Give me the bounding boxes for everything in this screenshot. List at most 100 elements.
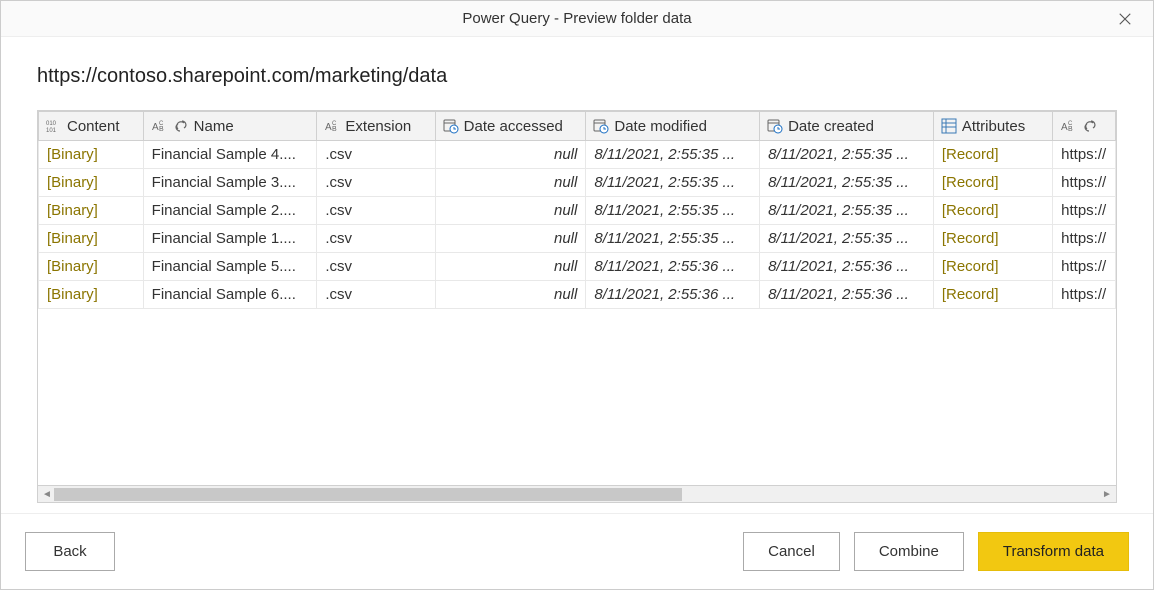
cell-content[interactable]: [Binary] — [39, 197, 144, 225]
col-header-name[interactable]: ABC Name — [143, 112, 317, 141]
window-title: Power Query - Preview folder data — [462, 10, 691, 27]
cell-date-created: 8/11/2021, 2:55:35 ... — [760, 169, 934, 197]
col-label: Extension — [345, 118, 411, 135]
content-area: https://contoso.sharepoint.com/marketing… — [1, 37, 1153, 513]
cell-attributes[interactable]: [Record] — [933, 225, 1052, 253]
cell-date-accessed: null — [435, 197, 586, 225]
svg-text:010: 010 — [46, 121, 57, 127]
cell-attributes[interactable]: [Record] — [933, 169, 1052, 197]
cell-date-accessed: null — [435, 281, 586, 309]
back-button[interactable]: Back — [25, 532, 115, 571]
svg-text:A: A — [325, 122, 332, 133]
cell-attributes[interactable]: [Record] — [933, 197, 1052, 225]
cell-name: Financial Sample 6.... — [143, 281, 317, 309]
cell-folder-path: https:// — [1053, 141, 1116, 169]
col-label: Attributes — [962, 118, 1025, 135]
link-icon — [172, 117, 190, 135]
cell-date-accessed: null — [435, 141, 586, 169]
cell-date-created: 8/11/2021, 2:55:35 ... — [760, 141, 934, 169]
calendar-clock-icon — [592, 117, 610, 135]
cell-extension: .csv — [317, 141, 435, 169]
cancel-button[interactable]: Cancel — [743, 532, 840, 571]
table-header-row: 010101 Content ABC Name — [39, 112, 1116, 141]
close-button[interactable] — [1105, 1, 1145, 37]
calendar-clock-icon — [766, 117, 784, 135]
cell-attributes[interactable]: [Record] — [933, 281, 1052, 309]
text-type-icon: ABC — [150, 117, 168, 135]
col-header-content[interactable]: 010101 Content — [39, 112, 144, 141]
cell-content[interactable]: [Binary] — [39, 169, 144, 197]
dialog-footer: Back Cancel Combine Transform data — [1, 513, 1153, 589]
svg-text:B: B — [332, 126, 337, 133]
col-header-attributes[interactable]: Attributes — [933, 112, 1052, 141]
cell-content[interactable]: [Binary] — [39, 225, 144, 253]
svg-text:B: B — [1068, 126, 1073, 133]
folder-path: https://contoso.sharepoint.com/marketing… — [37, 65, 1117, 88]
cell-extension: .csv — [317, 225, 435, 253]
cell-folder-path: https:// — [1053, 197, 1116, 225]
text-type-icon: ABC — [1059, 117, 1077, 135]
cell-date-created: 8/11/2021, 2:55:36 ... — [760, 281, 934, 309]
table-scroll[interactable]: 010101 Content ABC Name — [38, 111, 1116, 485]
cell-extension: .csv — [317, 253, 435, 281]
table-row[interactable]: [Binary] Financial Sample 2.... .csv nul… — [39, 197, 1116, 225]
cell-extension: .csv — [317, 197, 435, 225]
col-header-date-accessed[interactable]: Date accessed — [435, 112, 586, 141]
scroll-right-arrow[interactable]: ► — [1100, 487, 1114, 502]
svg-text:101: 101 — [46, 128, 57, 134]
combine-button[interactable]: Combine — [854, 532, 964, 571]
cell-date-modified: 8/11/2021, 2:55:36 ... — [586, 281, 760, 309]
table-row[interactable]: [Binary] Financial Sample 5.... .csv nul… — [39, 253, 1116, 281]
cell-name: Financial Sample 5.... — [143, 253, 317, 281]
calendar-clock-icon — [442, 117, 460, 135]
svg-text:A: A — [152, 122, 159, 133]
cell-folder-path: https:// — [1053, 169, 1116, 197]
svg-text:A: A — [1061, 122, 1068, 133]
record-type-icon — [940, 117, 958, 135]
text-type-icon: ABC — [323, 117, 341, 135]
transform-data-button[interactable]: Transform data — [978, 532, 1129, 571]
cell-date-created: 8/11/2021, 2:55:35 ... — [760, 225, 934, 253]
cell-date-created: 8/11/2021, 2:55:36 ... — [760, 253, 934, 281]
cell-content[interactable]: [Binary] — [39, 141, 144, 169]
svg-text:B: B — [159, 126, 164, 133]
cell-extension: .csv — [317, 281, 435, 309]
col-header-extension[interactable]: ABC Extension — [317, 112, 435, 141]
scroll-thumb[interactable] — [54, 488, 682, 501]
col-label: Date modified — [614, 118, 707, 135]
cell-date-accessed: null — [435, 169, 586, 197]
titlebar: Power Query - Preview folder data — [1, 1, 1153, 37]
cell-date-modified: 8/11/2021, 2:55:35 ... — [586, 141, 760, 169]
cell-name: Financial Sample 2.... — [143, 197, 317, 225]
cell-content[interactable]: [Binary] — [39, 253, 144, 281]
cell-date-modified: 8/11/2021, 2:55:35 ... — [586, 197, 760, 225]
dialog-window: Power Query - Preview folder data https:… — [0, 0, 1154, 590]
scroll-left-arrow[interactable]: ◄ — [40, 487, 54, 502]
col-label: Date accessed — [464, 118, 563, 135]
preview-table: 010101 Content ABC Name — [38, 111, 1116, 309]
cell-name: Financial Sample 4.... — [143, 141, 317, 169]
table-row[interactable]: [Binary] Financial Sample 6.... .csv nul… — [39, 281, 1116, 309]
cell-content[interactable]: [Binary] — [39, 281, 144, 309]
cell-folder-path: https:// — [1053, 253, 1116, 281]
cell-extension: .csv — [317, 169, 435, 197]
col-header-folder-path[interactable]: ABC — [1053, 112, 1116, 141]
scroll-track[interactable] — [54, 488, 1100, 501]
table-row[interactable]: [Binary] Financial Sample 1.... .csv nul… — [39, 225, 1116, 253]
cell-date-modified: 8/11/2021, 2:55:35 ... — [586, 169, 760, 197]
cell-name: Financial Sample 1.... — [143, 225, 317, 253]
table-row[interactable]: [Binary] Financial Sample 3.... .csv nul… — [39, 169, 1116, 197]
preview-table-container: 010101 Content ABC Name — [37, 110, 1117, 503]
cell-date-modified: 8/11/2021, 2:55:36 ... — [586, 253, 760, 281]
cell-attributes[interactable]: [Record] — [933, 253, 1052, 281]
cell-date-created: 8/11/2021, 2:55:35 ... — [760, 197, 934, 225]
cell-attributes[interactable]: [Record] — [933, 141, 1052, 169]
cell-folder-path: https:// — [1053, 281, 1116, 309]
cell-date-accessed: null — [435, 253, 586, 281]
col-header-date-modified[interactable]: Date modified — [586, 112, 760, 141]
svg-text:C: C — [159, 121, 164, 127]
horizontal-scrollbar[interactable]: ◄ ► — [38, 485, 1116, 502]
table-row[interactable]: [Binary] Financial Sample 4.... .csv nul… — [39, 141, 1116, 169]
col-header-date-created[interactable]: Date created — [760, 112, 934, 141]
col-label: Date created — [788, 118, 874, 135]
